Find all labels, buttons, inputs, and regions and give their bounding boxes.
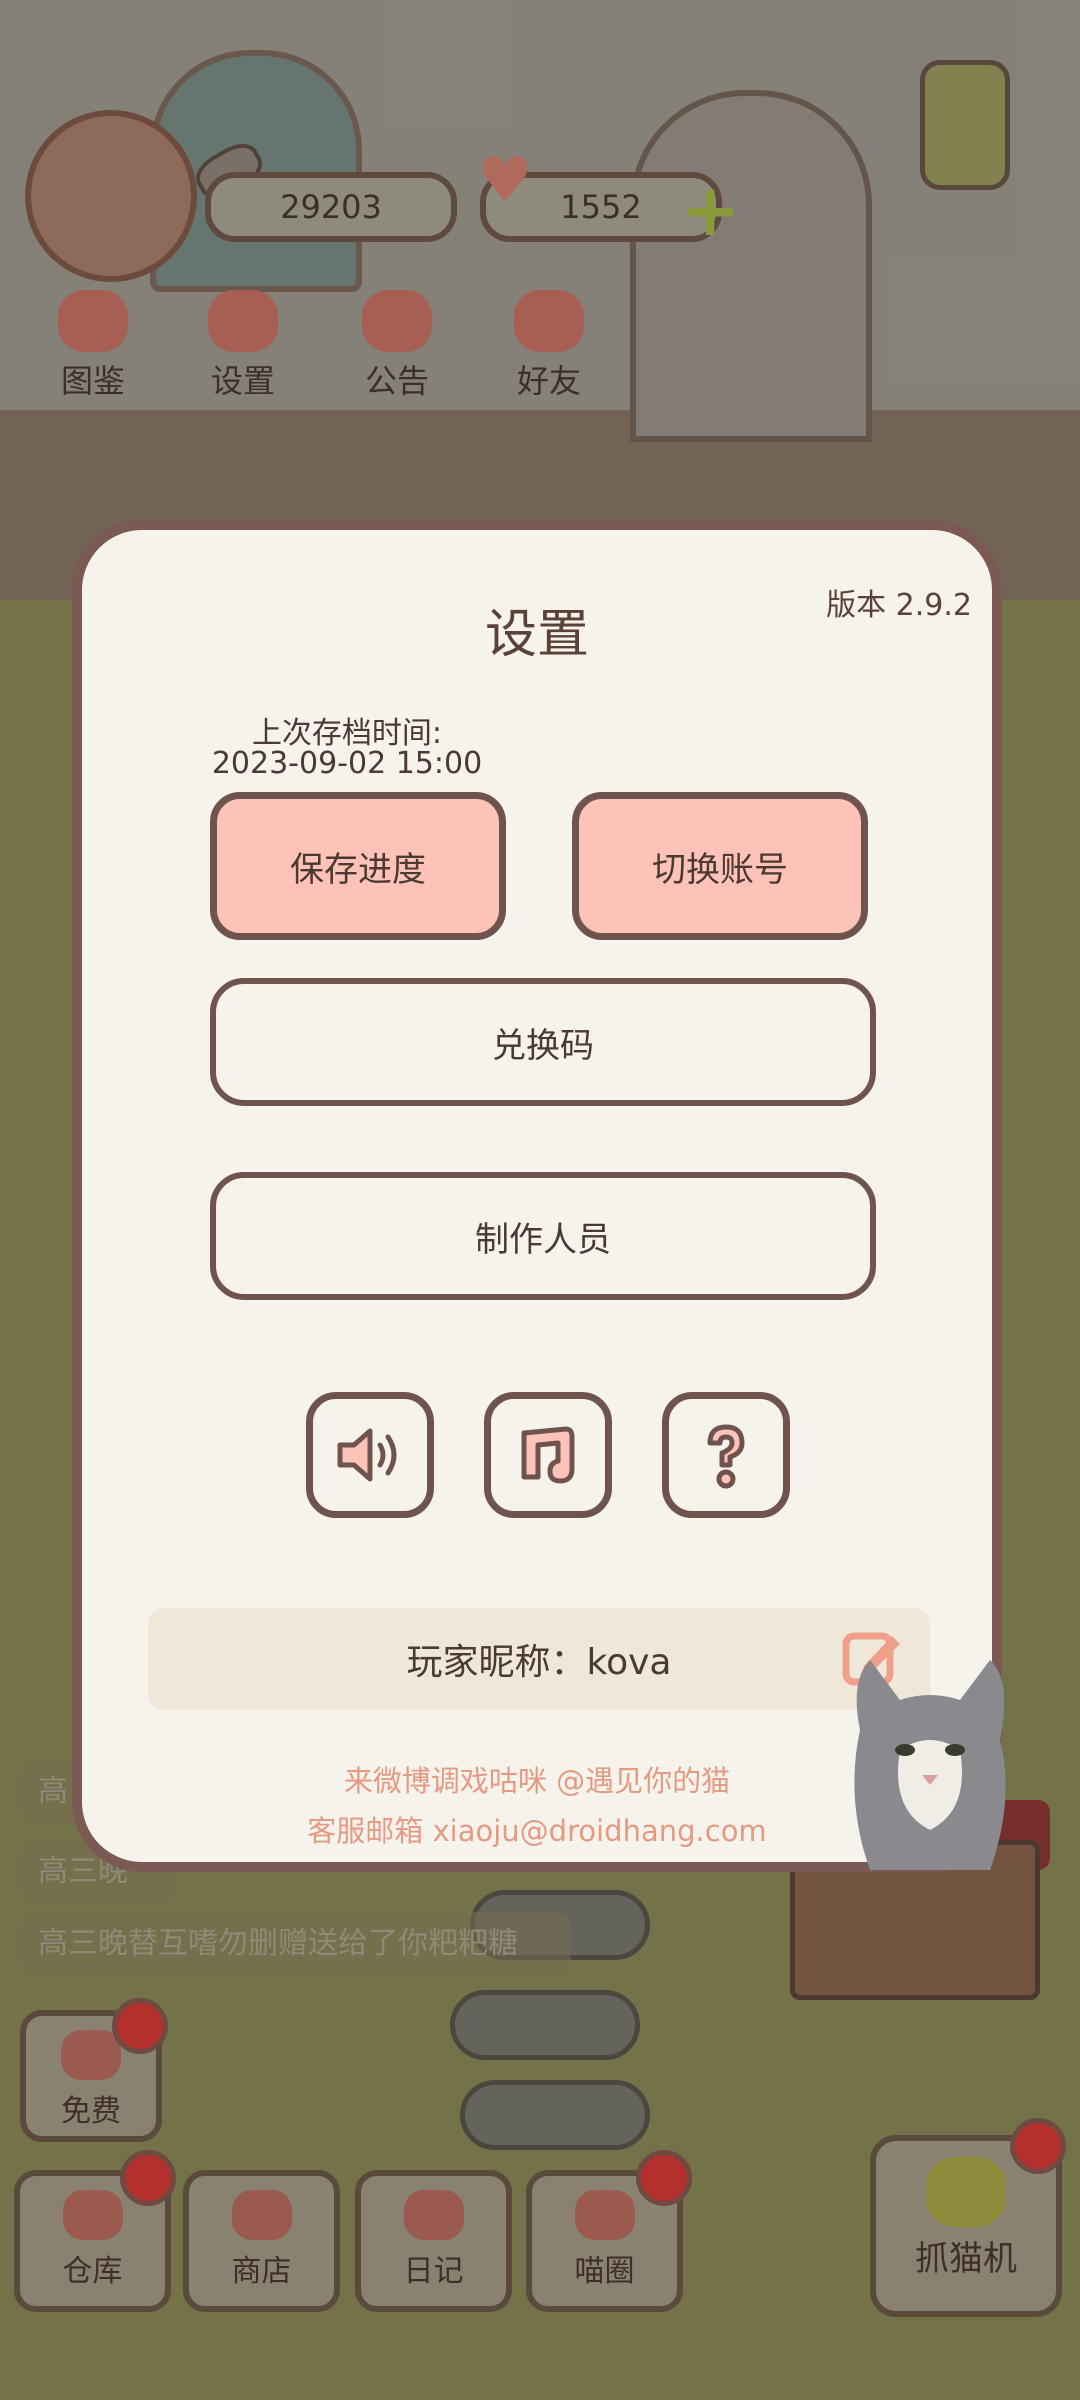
menu-item-label: 图鉴 [60,362,125,400]
add-hearts-plus-icon[interactable]: + [680,174,740,246]
diary-label: 日记 [403,2254,464,2289]
notification-dot [1010,2118,1066,2174]
warehouse-label: 仓库 [62,2254,123,2289]
menu-item-announcement[interactable]: 公告 [342,290,452,402]
shop-button[interactable]: 商店 [183,2170,340,2312]
menu-item-collection[interactable]: 图鉴 [38,290,148,402]
music-note-icon [521,1426,575,1484]
claw-icon [926,2157,1006,2227]
heart-icon: ♥ [477,143,533,216]
friends-icon [514,290,584,352]
gift-icon [362,290,432,352]
peeking-cat-image [854,1660,1006,1870]
heart-count: 1552 [560,188,642,226]
notification-dot [112,1998,168,2054]
player-nickname: 玩家昵称：kova [406,1642,672,1683]
heart-icon [61,2030,121,2080]
notification-dot [636,2150,692,2206]
shop-label: 商店 [231,2254,292,2289]
save-progress-button[interactable]: 保存进度 [210,792,506,940]
menu-item-label: 公告 [364,362,429,400]
version-label: 版本 2.9.2 [826,588,972,623]
diary-icon [403,2190,464,2240]
menu-item-settings[interactable]: 设置 [188,290,298,402]
diary-button[interactable]: 日记 [355,2170,512,2312]
meow-circle-label: 喵圈 [574,2254,635,2289]
switch-account-button[interactable]: 切换账号 [572,792,868,940]
menu-item-label: 设置 [210,362,275,400]
bowl-icon [62,2190,123,2240]
last-save-time: 2023-09-02 15:00 [211,746,483,781]
shop-icon [231,2190,292,2240]
fish-counter: 29203 [205,172,457,242]
speaker-icon [337,1428,397,1482]
menu-item-friends[interactable]: 好友 [494,290,604,402]
sound-toggle-button[interactable] [306,1392,434,1518]
player-avatar[interactable] [25,110,197,282]
chat-message: 高三晚替互嗜勿删赠送给了你粑粑糖 [20,1912,571,1976]
fish-count: 29203 [280,188,382,226]
claw-machine-label: 抓猫机 [915,2239,1017,2279]
music-toggle-button[interactable] [484,1392,612,1518]
credits-button[interactable]: 制作人员 [210,1172,876,1300]
help-button[interactable] [662,1392,790,1518]
menu-item-label: 好友 [516,362,581,400]
cat-face-icon [58,290,128,352]
question-mark-icon [707,1424,745,1489]
gear-icon [208,290,278,352]
player-nickname-bar: 玩家昵称：kova [148,1608,930,1710]
notification-dot [120,2150,176,2206]
free-label: 免费 [61,2094,121,2129]
redeem-code-button[interactable]: 兑换码 [210,978,876,1106]
planet-cat-icon [574,2190,635,2240]
